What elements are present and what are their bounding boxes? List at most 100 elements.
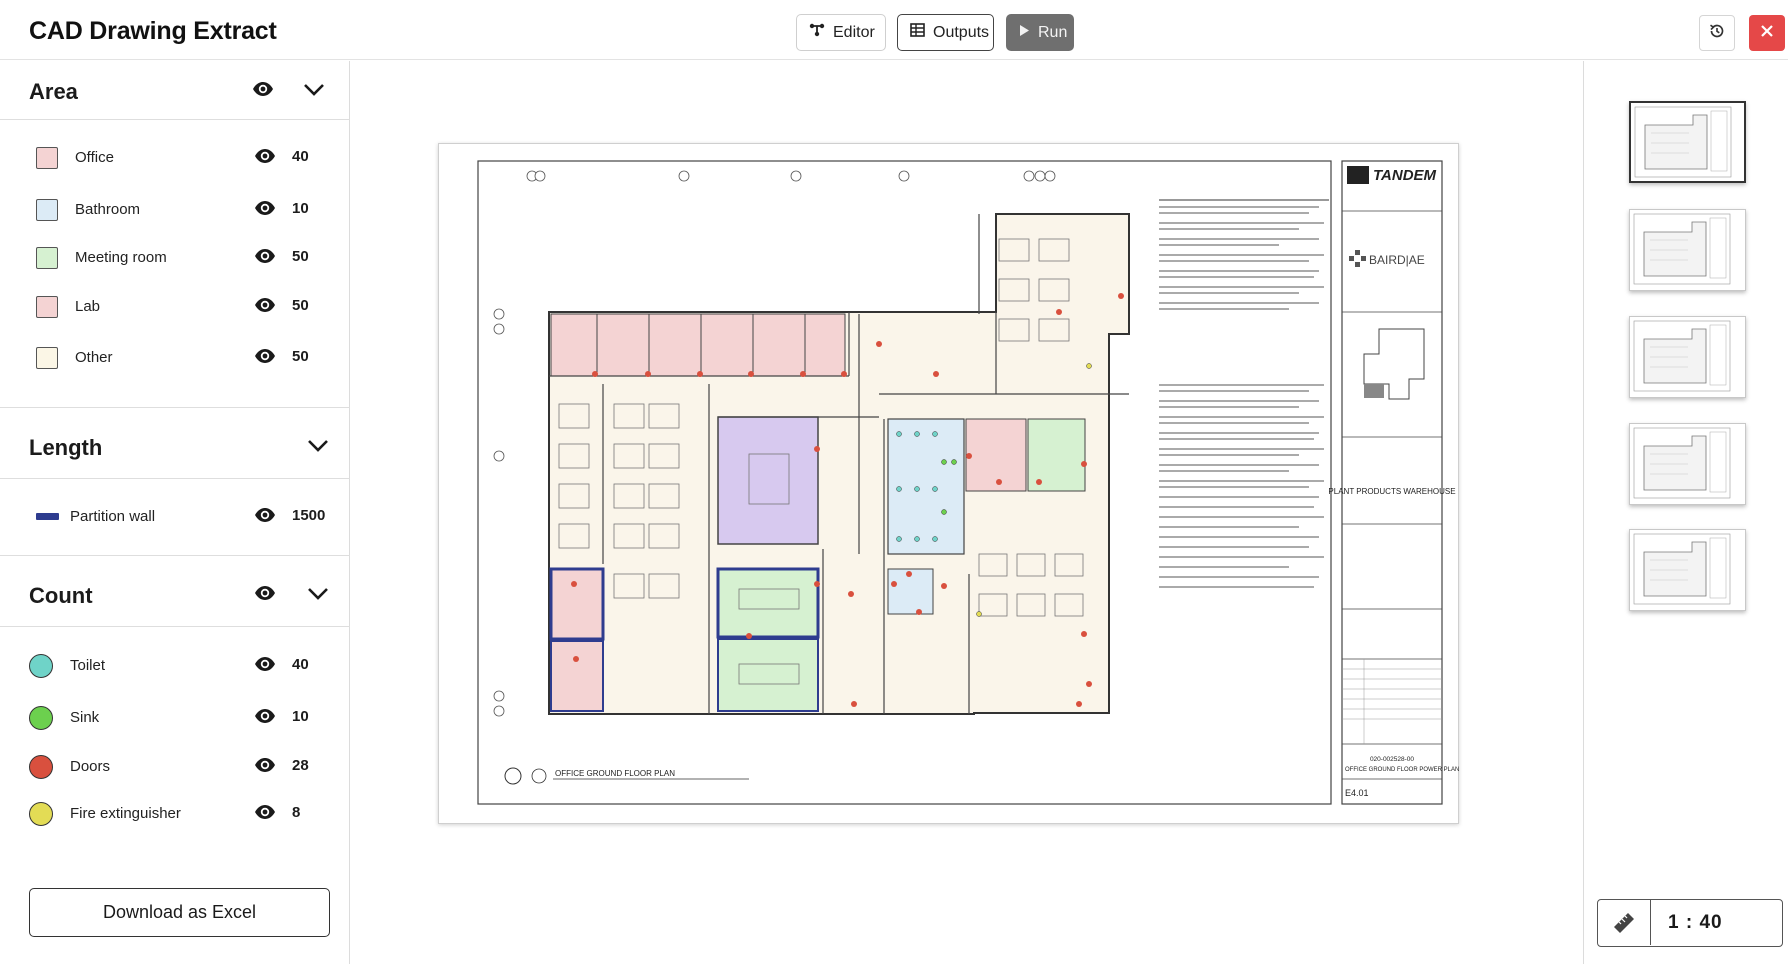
doors-marker <box>29 755 53 779</box>
close-button[interactable] <box>1749 15 1785 51</box>
bathroom-swatch <box>36 199 58 221</box>
page-thumbnail[interactable] <box>1629 529 1746 611</box>
table-icon <box>910 23 925 42</box>
history-button[interactable] <box>1699 15 1735 51</box>
count-section-header[interactable]: Count <box>0 565 350 625</box>
area-item-value: 50 <box>292 348 309 365</box>
page-thumbnail[interactable] <box>1629 423 1746 505</box>
lab-swatch <box>36 296 58 318</box>
count-item-value: 40 <box>292 656 309 673</box>
sheet-title: OFFICE GROUND FLOOR POWER PLAN <box>1345 767 1459 773</box>
section-divider <box>0 407 350 408</box>
count-item-value: 10 <box>292 708 309 725</box>
chevron-down-icon[interactable] <box>307 439 329 458</box>
eye-icon[interactable] <box>254 148 276 169</box>
app-header: CAD Drawing Extract Editor Outputs Run <box>0 0 1788 60</box>
count-item-toilet[interactable]: Toilet 40 <box>0 648 350 682</box>
count-section-title: Count <box>29 583 93 608</box>
firm-logo: TANDEM <box>1373 167 1437 184</box>
extraction-sidebar: Area Office 40 Bathroom 10 Meeting room … <box>0 61 350 964</box>
length-section-title: Length <box>29 435 103 460</box>
area-item-other[interactable]: Other 50 <box>0 340 350 374</box>
eye-icon[interactable] <box>254 708 276 729</box>
count-item-label: Toilet <box>70 657 106 674</box>
ruler-icon[interactable] <box>1598 900 1651 945</box>
app-title: CAD Drawing Extract <box>29 17 277 45</box>
count-item-fire-extinguisher[interactable]: Fire extinguisher 8 <box>0 796 350 830</box>
area-item-value: 50 <box>292 297 309 314</box>
page-thumbnail-panel: 1 : 40 <box>1583 61 1788 964</box>
eye-icon[interactable] <box>254 507 276 528</box>
meeting-room-swatch <box>36 247 58 269</box>
nodes-icon <box>809 23 825 42</box>
area-item-office[interactable]: Office 40 <box>0 140 350 174</box>
history-icon <box>1708 22 1726 45</box>
plan-title: OFFICE GROUND FLOOR PLAN <box>555 769 675 778</box>
consultant-logo: BAIRD|AE <box>1369 253 1425 267</box>
area-item-lab[interactable]: Lab 50 <box>0 289 350 323</box>
outputs-label: Outputs <box>933 23 990 41</box>
eye-icon[interactable] <box>254 757 276 778</box>
editor-button[interactable]: Editor <box>796 14 886 51</box>
area-item-label: Office <box>75 149 114 166</box>
chevron-down-icon[interactable] <box>307 587 329 606</box>
count-item-doors[interactable]: Doors 28 <box>0 749 350 783</box>
title-block: TANDEM BAIRD|AE PLANT PRODUCTS WAREHOUSE… <box>1328 160 1459 805</box>
page-thumbnail[interactable] <box>1629 101 1746 183</box>
area-item-value: 10 <box>292 200 309 217</box>
page-thumbnail[interactable] <box>1629 316 1746 398</box>
eye-icon[interactable] <box>254 348 276 369</box>
count-item-label: Sink <box>70 709 100 726</box>
partition-wall-swatch <box>36 513 59 520</box>
eye-icon[interactable] <box>254 248 276 269</box>
outputs-button[interactable]: Outputs <box>897 14 994 51</box>
area-item-value: 50 <box>292 248 309 265</box>
length-section-header[interactable]: Length <box>0 417 350 477</box>
length-item-value: 1500 <box>292 507 326 524</box>
other-swatch <box>36 347 58 369</box>
area-item-value: 40 <box>292 148 309 165</box>
length-item-partition-wall[interactable]: Partition wall 1500 <box>0 499 350 533</box>
section-divider <box>0 478 350 479</box>
close-icon <box>1760 24 1774 43</box>
eye-icon[interactable] <box>252 81 274 102</box>
download-excel-button[interactable]: Download as Excel <box>29 888 330 937</box>
play-icon <box>1019 24 1030 42</box>
scale-value: 1 : 40 <box>1668 912 1723 933</box>
chevron-down-icon[interactable] <box>303 83 325 102</box>
count-item-label: Fire extinguisher <box>70 805 181 822</box>
fire-extinguisher-marker <box>29 802 53 826</box>
floor-plan-sheet[interactable]: OFFICE GROUND FLOOR PLAN TANDEM BAIRD|AE… <box>438 143 1459 824</box>
toilet-marker <box>29 654 53 678</box>
eye-icon[interactable] <box>254 804 276 825</box>
general-notes <box>1159 199 1329 588</box>
editor-label: Editor <box>833 23 875 41</box>
building-plan <box>493 170 1130 717</box>
area-item-label: Lab <box>75 298 101 315</box>
sink-marker <box>29 706 53 730</box>
area-section-header[interactable]: Area <box>0 61 350 121</box>
run-button[interactable]: Run <box>1006 14 1074 51</box>
office-swatch <box>36 147 58 169</box>
page-thumbnail[interactable] <box>1629 209 1746 291</box>
area-item-label: Meeting room <box>75 249 167 266</box>
section-divider <box>0 119 350 120</box>
eye-icon[interactable] <box>254 656 276 677</box>
area-item-bathroom[interactable]: Bathroom 10 <box>0 192 350 226</box>
count-item-value: 28 <box>292 757 309 774</box>
eye-icon[interactable] <box>254 200 276 221</box>
project-name: PLANT PRODUCTS WAREHOUSE <box>1328 487 1455 496</box>
eye-icon[interactable] <box>254 297 276 318</box>
area-item-label: Other <box>75 349 113 366</box>
count-item-label: Doors <box>70 758 111 775</box>
project-number: 020-002528-00 <box>1370 756 1414 763</box>
area-item-meeting-room[interactable]: Meeting room 50 <box>0 240 350 274</box>
section-divider <box>0 555 350 556</box>
count-item-sink[interactable]: Sink 10 <box>0 700 350 734</box>
run-label: Run <box>1038 23 1068 41</box>
scale-control[interactable]: 1 : 40 <box>1597 899 1783 947</box>
section-divider <box>0 626 350 627</box>
area-section-title: Area <box>29 79 78 104</box>
length-item-label: Partition wall <box>70 508 156 525</box>
eye-icon[interactable] <box>254 585 276 606</box>
